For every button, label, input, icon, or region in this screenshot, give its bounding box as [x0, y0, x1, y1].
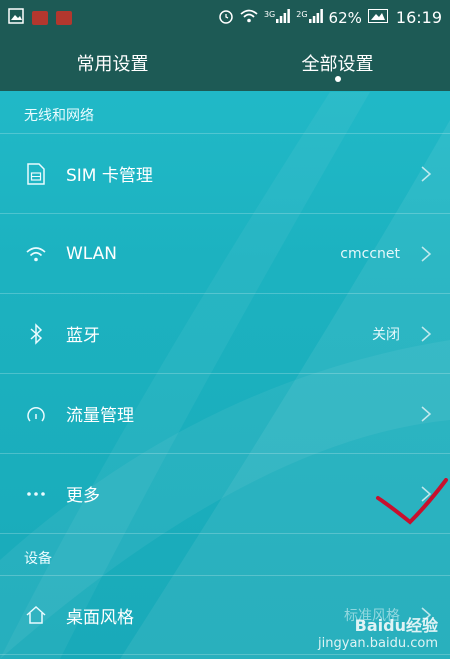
signal-3g-label: 3G — [263, 9, 276, 19]
sim-card-icon — [24, 162, 48, 186]
watermark-site: jingyan.baidu.com — [318, 636, 438, 651]
settings-item-label: 更多 — [66, 486, 100, 506]
settings-item-label: SIM 卡管理 — [66, 166, 153, 186]
signal-3g-icon: 3G — [263, 8, 291, 27]
tab-all-settings[interactable]: 全部设置 — [225, 35, 450, 91]
settings-item-data-usage[interactable]: 流量管理 — [0, 373, 450, 453]
alarm-icon — [218, 8, 234, 28]
wifi-icon — [24, 242, 48, 266]
settings-list: 无线和网络 SIM 卡管理 WLAN cmccnet 蓝牙 关闭 流量管理 更多… — [0, 91, 450, 655]
red-check-annotation — [370, 478, 450, 542]
settings-item-sim[interactable]: SIM 卡管理 — [0, 133, 450, 213]
tab-label: 全部设置 — [301, 54, 374, 75]
chevron-right-icon — [420, 245, 432, 263]
wlan-network-value: cmccnet — [340, 245, 400, 262]
settings-item-label: 桌面风格 — [66, 607, 134, 628]
wifi-status-icon — [240, 9, 258, 27]
battery-percent: 62% — [328, 8, 362, 27]
baidu-watermark: Baidu经验 jingyan.baidu.com — [318, 612, 438, 651]
bluetooth-icon — [24, 322, 48, 346]
settings-item-bluetooth[interactable]: 蓝牙 关闭 — [0, 293, 450, 373]
app-notification-icon-2 — [56, 10, 72, 25]
chevron-right-icon — [420, 405, 432, 423]
active-tab-indicator — [334, 76, 341, 82]
settings-item-label: WLAN — [66, 243, 118, 264]
data-usage-icon — [24, 402, 48, 426]
status-bar: 3G 2G 62% 16:19 — [0, 0, 450, 35]
settings-item-label: 蓝牙 — [66, 326, 100, 346]
watermark-brand: Baidu经验 — [354, 616, 438, 635]
chevron-right-icon — [420, 325, 432, 343]
gallery-notification-icon — [8, 7, 24, 28]
tab-label: 常用设置 — [76, 54, 149, 75]
settings-tabs: 常用设置 全部设置 — [0, 35, 450, 91]
home-icon — [24, 603, 48, 627]
tab-common-settings[interactable]: 常用设置 — [0, 35, 225, 91]
signal-2g-label: 2G — [296, 9, 308, 19]
section-header-wireless: 无线和网络 — [24, 108, 94, 124]
settings-item-wlan[interactable]: WLAN cmccnet — [0, 213, 450, 293]
more-icon — [24, 482, 48, 506]
battery-icon — [367, 8, 388, 27]
clock: 16:19 — [395, 8, 442, 27]
chevron-right-icon — [420, 165, 432, 183]
bluetooth-status-value: 关闭 — [372, 326, 400, 343]
signal-2g-icon: 2G — [296, 8, 323, 27]
settings-item-label: 流量管理 — [66, 406, 134, 426]
app-notification-icon — [32, 10, 48, 25]
